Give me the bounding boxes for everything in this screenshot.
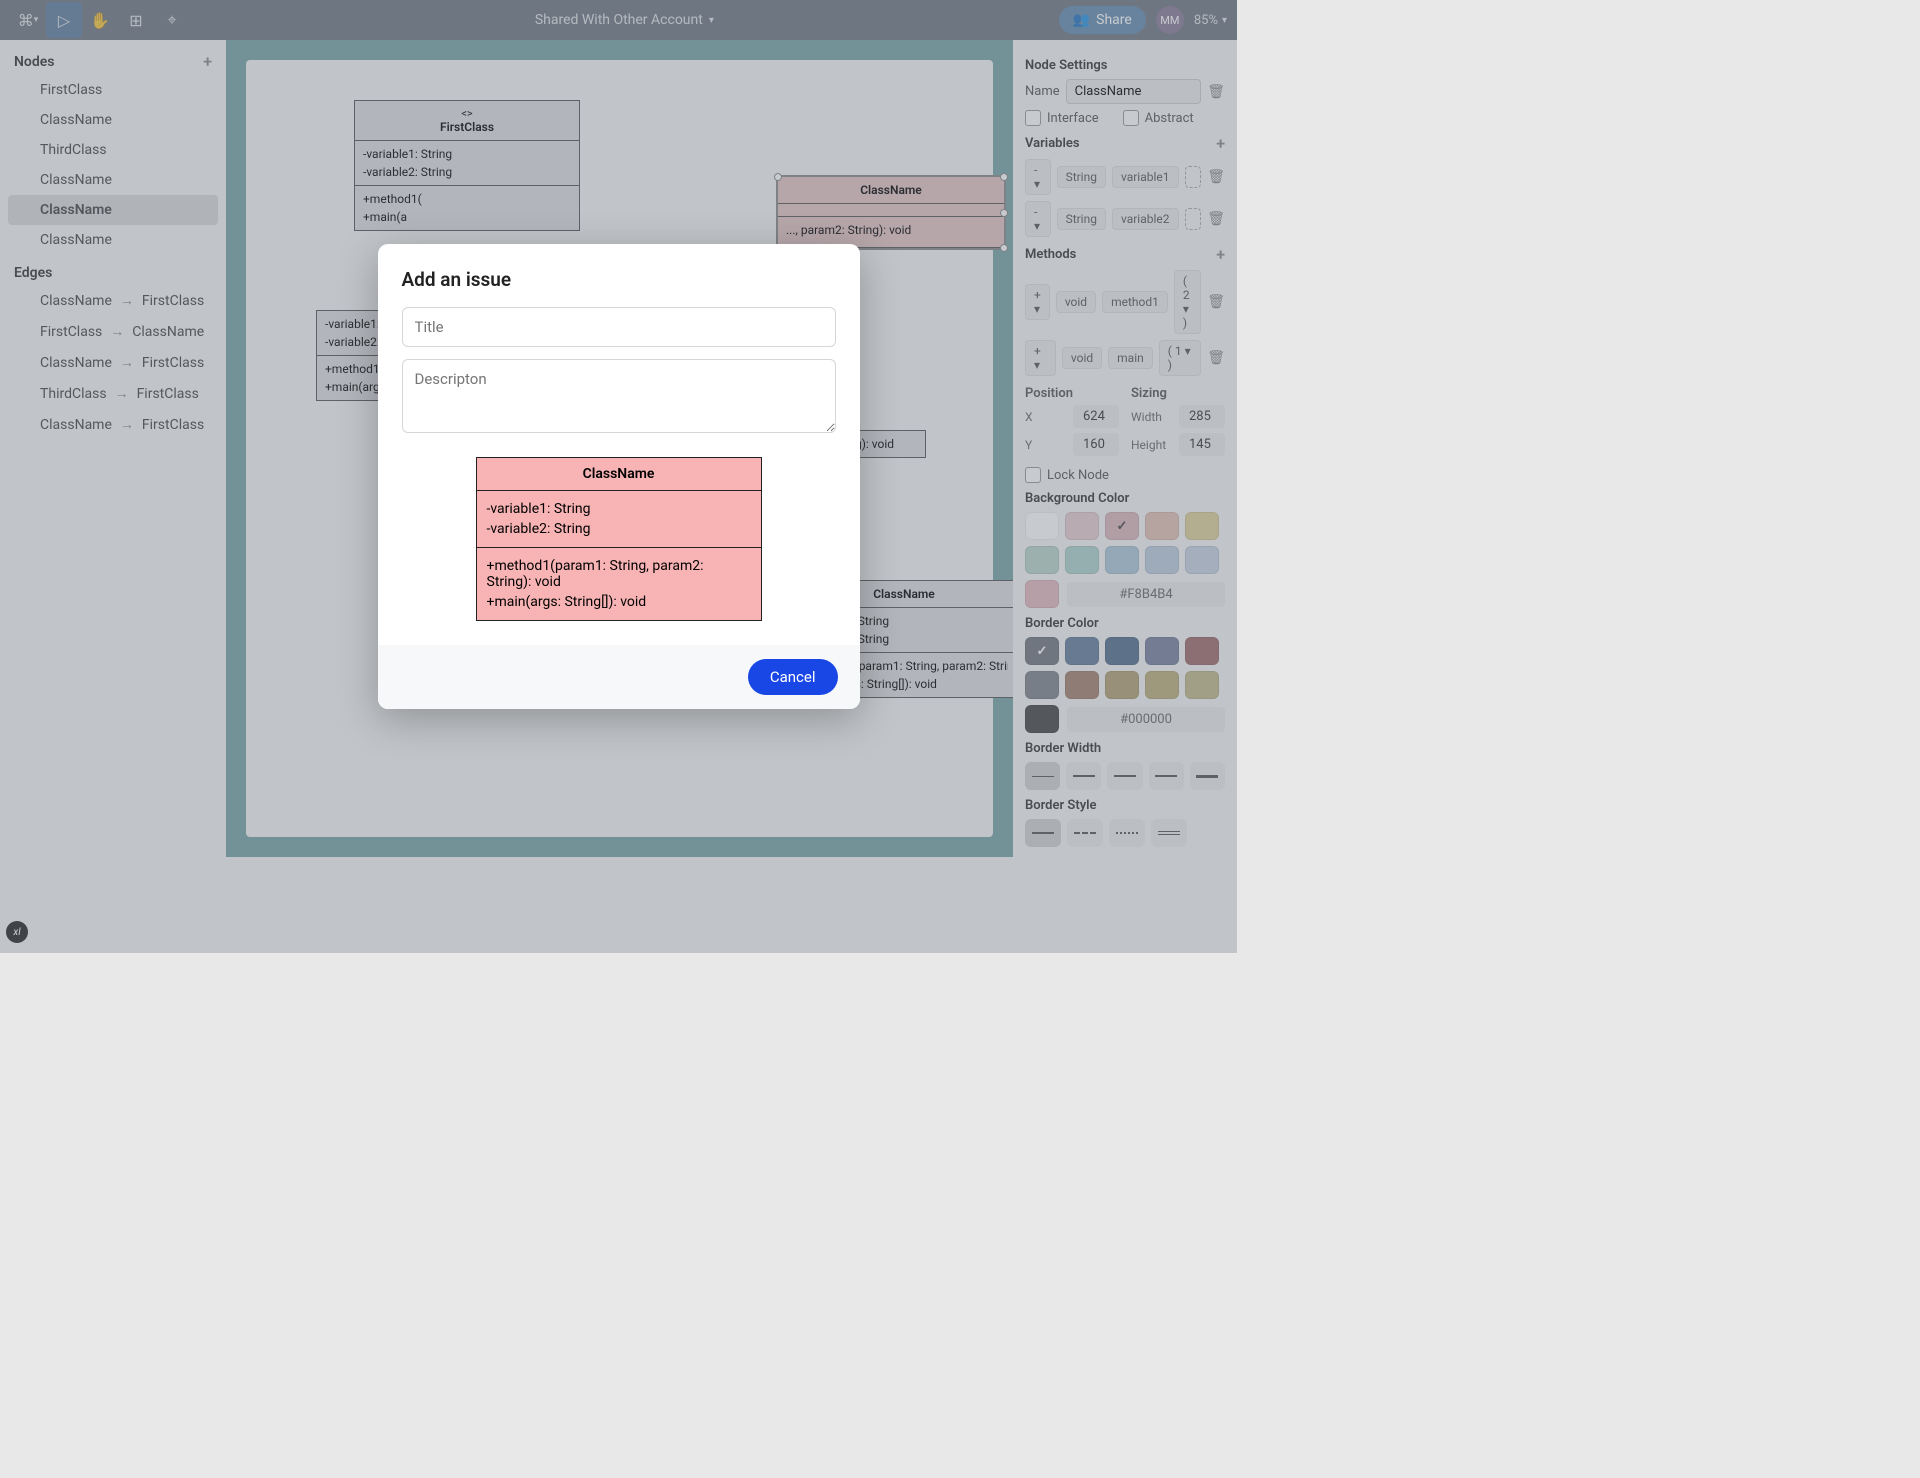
modal-overlay[interactable]: Add an issue ClassName -variable1: Strin… [0, 0, 1237, 953]
issue-preview: ClassName -variable1: String-variable2: … [476, 457, 762, 621]
issue-description-input[interactable] [402, 359, 836, 433]
issue-title-input[interactable] [402, 307, 836, 347]
modal-title: Add an issue [402, 268, 836, 291]
add-issue-modal: Add an issue ClassName -variable1: Strin… [378, 244, 860, 709]
cancel-button[interactable]: Cancel [748, 659, 838, 695]
